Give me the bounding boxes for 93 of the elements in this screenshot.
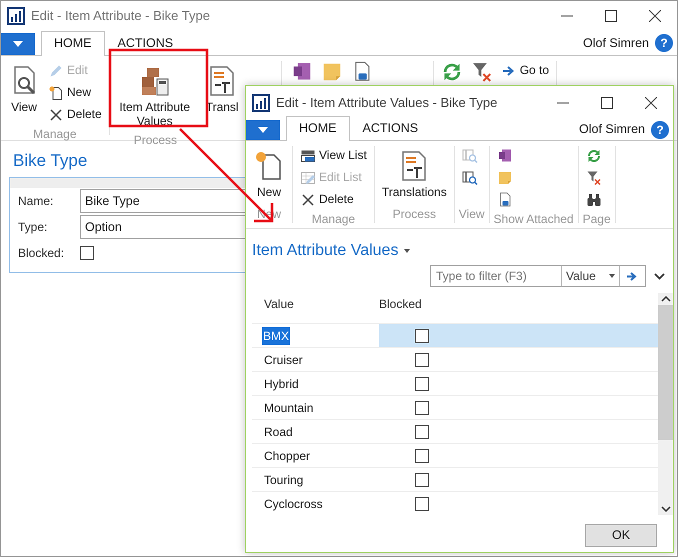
close-icon[interactable] <box>649 10 661 22</box>
cross-icon <box>300 192 316 208</box>
checkbox[interactable] <box>415 424 429 438</box>
ribbon-button[interactable]: View <box>5 61 43 117</box>
ribbon-button[interactable]: View List <box>297 146 370 166</box>
field-label: Type: <box>18 219 48 236</box>
window-title: Edit - Item Attribute Values - Bike Type <box>276 94 498 112</box>
checkbox[interactable] <box>415 328 429 342</box>
checkbox[interactable] <box>80 246 94 260</box>
table-cell: Cruiser <box>264 352 303 366</box>
checkbox[interactable] <box>415 472 429 486</box>
checkbox[interactable] <box>415 376 429 390</box>
ribbon-button[interactable]: Delete <box>297 190 370 210</box>
group-label: Manage <box>310 211 356 228</box>
table-cell: Cyclocross <box>264 496 323 510</box>
ribbon-tab[interactable]: ACTIONS <box>350 116 432 141</box>
group-label: Process <box>392 206 437 223</box>
window-title: Edit - Item Attribute - Bike Type <box>31 7 210 26</box>
scrollbar[interactable] <box>658 293 673 515</box>
ribbon-button[interactable]: Item Attribute Values <box>112 61 198 131</box>
caret-icon <box>13 41 23 47</box>
ribbon-button[interactable]: Delete <box>45 105 105 125</box>
app-logo-icon <box>7 7 25 25</box>
ribbon-button[interactable]: New <box>45 83 105 103</box>
ribbon-button[interactable]: Transl <box>206 61 240 117</box>
ribbon-tab[interactable]: HOME <box>286 116 350 141</box>
table-row[interactable]: Mountain <box>252 395 658 419</box>
caret-icon <box>609 274 615 278</box>
table-row[interactable]: Hybrid <box>252 371 658 395</box>
table-cell: Touring <box>264 472 304 486</box>
caret-icon[interactable] <box>404 249 410 253</box>
group-label: Process <box>132 132 178 149</box>
chevron-down-icon[interactable] <box>654 272 665 280</box>
table-row[interactable]: Cruiser <box>252 347 658 371</box>
scrollbar-thumb[interactable] <box>658 305 673 440</box>
caret-icon <box>258 127 268 133</box>
user-name: Olof Simren <box>583 34 649 52</box>
table-row[interactable]: Cyclocross <box>252 491 658 515</box>
pencil-icon <box>48 63 64 79</box>
group-label: Show Attached <box>494 211 574 228</box>
app-logo-icon <box>252 94 270 112</box>
ribbon-button[interactable]: New <box>250 146 288 202</box>
table-row[interactable]: Touring <box>252 467 658 491</box>
document-icon <box>48 85 64 101</box>
ok-button[interactable]: OK <box>585 524 657 546</box>
list-icon <box>300 148 316 164</box>
group-label: View <box>458 206 485 223</box>
table-cell: Chopper <box>264 448 310 462</box>
help-button[interactable]: ? <box>655 34 673 52</box>
close-icon[interactable] <box>645 96 657 108</box>
table-cell: BMX <box>262 326 290 344</box>
list-title: Item Attribute Values <box>252 241 398 261</box>
ribbon-tab[interactable]: HOME <box>41 31 104 56</box>
funnel-icon <box>586 170 602 186</box>
field-label: Name: <box>18 193 54 210</box>
refresh-icon <box>586 148 602 164</box>
checkbox[interactable] <box>415 496 429 510</box>
chevron-down-icon[interactable] <box>660 506 670 512</box>
help-button[interactable]: ? <box>651 120 669 138</box>
table-cell: Road <box>264 424 293 438</box>
binoculars-icon <box>586 192 602 208</box>
group-label: Manage <box>32 126 78 143</box>
funnel-icon <box>470 61 493 83</box>
checkbox[interactable] <box>415 352 429 366</box>
checkbox[interactable] <box>415 448 429 462</box>
user-name: Olof Simren <box>579 121 645 138</box>
column-header[interactable]: Value <box>252 295 379 313</box>
maximize-icon[interactable] <box>605 10 617 22</box>
cross-icon <box>48 107 64 123</box>
app-menu-button[interactable] <box>246 120 280 140</box>
filter-field[interactable]: Type to filter (F3) Value <box>430 265 646 287</box>
notebook-icon <box>496 148 513 164</box>
group-label: Page <box>582 211 611 228</box>
table-cell: Hybrid <box>264 376 299 390</box>
ribbon-button[interactable]: Translations <box>378 146 450 202</box>
arrow-icon <box>626 272 636 280</box>
ribbon-tab[interactable]: ACTIONS <box>104 31 186 56</box>
table-magnifier-icon <box>462 170 478 186</box>
app-menu-button[interactable] <box>1 33 35 55</box>
table-row[interactable]: Road <box>252 419 658 443</box>
maximize-icon[interactable] <box>601 96 613 108</box>
ribbon-button[interactable]: Go to <box>498 61 552 81</box>
table-row[interactable]: Chopper <box>252 443 658 467</box>
page-heading: Bike Type <box>13 151 88 172</box>
table-cell: Mountain <box>264 400 314 414</box>
table-magnifier-icon <box>462 148 478 164</box>
field-label: Blocked: <box>18 245 66 262</box>
table-row[interactable]: BMX <box>252 323 658 347</box>
column-header[interactable]: Blocked <box>379 295 479 313</box>
list-pencil-icon <box>300 170 316 186</box>
checkbox[interactable] <box>415 400 429 414</box>
note-icon <box>496 170 513 186</box>
chevron-up-icon[interactable] <box>660 296 670 302</box>
